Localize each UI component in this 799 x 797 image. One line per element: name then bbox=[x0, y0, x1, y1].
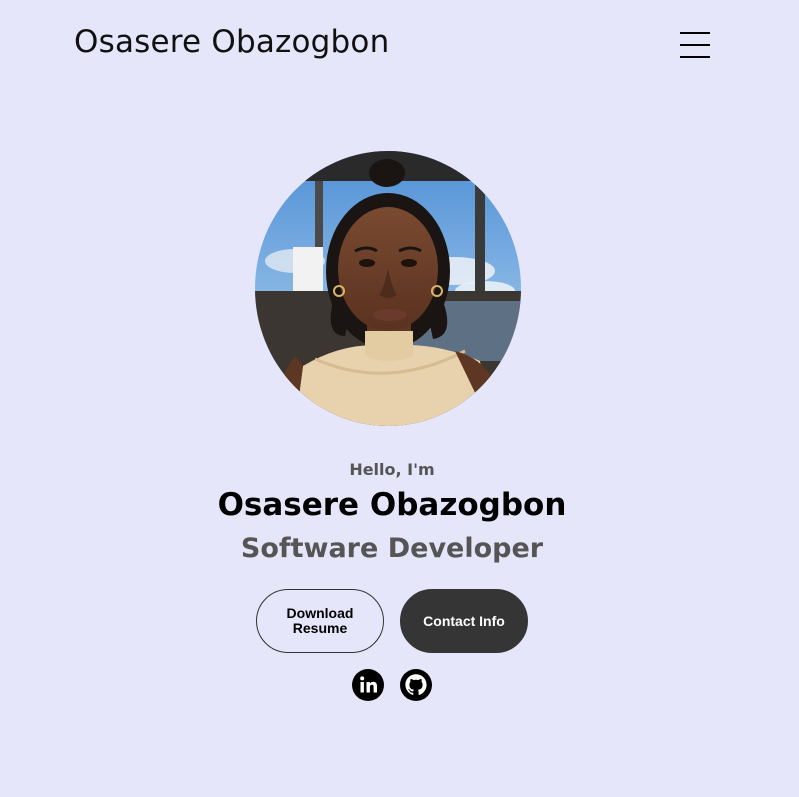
hamburger-menu-icon[interactable] bbox=[680, 32, 710, 58]
linkedin-icon[interactable] bbox=[352, 669, 384, 701]
download-resume-button[interactable]: Download Resume bbox=[256, 589, 384, 653]
github-icon[interactable] bbox=[400, 669, 432, 701]
hero-name: Osasere Obazogbon bbox=[217, 487, 567, 523]
contact-info-button[interactable]: Contact Info bbox=[400, 589, 528, 653]
menu-line bbox=[680, 32, 710, 34]
site-logo[interactable]: Osasere Obazogbon bbox=[74, 24, 389, 60]
hero-role: Software Developer bbox=[240, 533, 544, 564]
menu-line bbox=[680, 56, 710, 58]
menu-line bbox=[680, 44, 710, 46]
greeting-text: Hello, I'm bbox=[349, 460, 435, 479]
profile-picture bbox=[255, 151, 521, 426]
